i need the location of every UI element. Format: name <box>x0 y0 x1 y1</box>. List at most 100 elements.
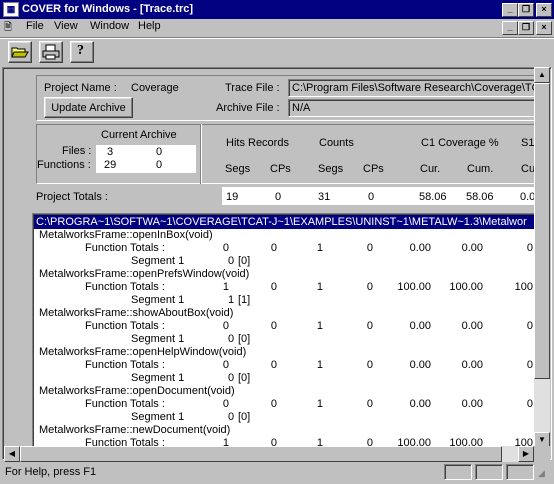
row-value: 0.00 <box>409 398 431 410</box>
row-value: 0 <box>222 242 229 254</box>
segment-row[interactable]: Segment 1 0 [0] <box>33 411 547 424</box>
update-archive-button[interactable]: Update Archive <box>44 97 133 118</box>
function-row[interactable]: MetalworksFrame::openPrefsWindow(void) <box>33 268 547 281</box>
menu-window[interactable]: Window <box>90 20 129 32</box>
scroll-up-button[interactable]: ▲ <box>534 67 550 83</box>
close-icon[interactable]: × <box>536 3 552 17</box>
row-value: 1 <box>316 320 323 332</box>
row-value: 0 <box>526 398 533 410</box>
status-text: For Help, press F1 <box>5 466 97 478</box>
menu-file[interactable]: File <box>26 20 44 32</box>
row-value: 100.00 <box>449 281 483 293</box>
function-row[interactable]: MetalworksFrame::openHelpWindow(void) <box>33 346 547 359</box>
row-value: 0 <box>270 281 277 293</box>
totals-count-segs: 31 <box>318 191 331 203</box>
cu-header: Cu <box>521 163 536 175</box>
function-row[interactable]: MetalworksFrame::showAboutBox(void) <box>33 307 547 320</box>
row-value: 0 <box>222 359 229 371</box>
archive-file-label: Archive File : <box>216 102 280 114</box>
segs2-header: Segs <box>318 163 344 175</box>
row-value: 0 <box>228 411 235 423</box>
row-value: 1 <box>222 281 229 293</box>
row-value: [0] <box>238 411 251 423</box>
row-label: MetalworksFrame::openDocument(void) <box>39 385 235 397</box>
hits-records-header: Hits Records <box>226 137 289 149</box>
row-value: 0 <box>270 359 277 371</box>
cum-header: Cum. <box>467 163 494 175</box>
row-value: [0] <box>238 333 251 345</box>
row-value: 0 <box>366 320 373 332</box>
totals-hits-cps: 0 <box>275 191 282 203</box>
totals-c1-cur: 58.06 <box>419 191 447 203</box>
function-totals-row[interactable]: Function Totals : 0 0 1 0 0.00 0.00 0 <box>33 359 547 372</box>
row-value: 0 <box>228 333 235 345</box>
segment-row[interactable]: Segment 1 0 [0] <box>33 255 547 268</box>
row-value: 0 <box>526 242 533 254</box>
mdi-restore-icon[interactable]: ❐ <box>518 21 534 35</box>
scroll-thumb[interactable] <box>534 83 550 379</box>
open-button[interactable] <box>8 41 32 63</box>
scroll-corner <box>534 446 550 462</box>
menu-view[interactable]: View <box>54 20 78 32</box>
row-value: [0] <box>238 372 251 384</box>
segs-header: Segs <box>225 163 251 175</box>
function-totals-row[interactable]: Function Totals : 0 0 1 0 0.00 0.00 0 <box>33 320 547 333</box>
row-label: Segment 1 <box>131 411 185 423</box>
row-value: 0 <box>270 320 277 332</box>
row-label: Segment 1 <box>131 255 185 267</box>
mdi-close-icon[interactable]: × <box>536 21 552 35</box>
document-icon[interactable]: 🗎 <box>4 22 18 34</box>
segment-row[interactable]: Segment 1 0 [0] <box>33 372 547 385</box>
function-row[interactable]: MetalworksFrame::openInBox(void) <box>33 229 547 242</box>
row-value: 0 <box>228 372 235 384</box>
functions-label: Functions : <box>37 159 91 171</box>
trace-file-label: Trace File : <box>225 82 280 94</box>
c1-coverage-header: C1 Coverage % <box>421 137 499 149</box>
row-value: 1 <box>228 294 235 306</box>
help-button[interactable]: ? <box>70 41 94 63</box>
row-value: 0 <box>270 242 277 254</box>
row-value: 100.00 <box>397 281 431 293</box>
function-row[interactable]: MetalworksFrame::openDocument(void) <box>33 385 547 398</box>
function-totals-row[interactable]: Function Totals : 1 0 1 0 100.00 100.00 100 <box>33 281 547 294</box>
scroll-left-button[interactable]: ◀ <box>4 446 20 462</box>
trace-file-field: C:\Program Files\Software Research\Cover… <box>288 79 546 97</box>
function-totals-row[interactable]: Function Totals : 0 0 1 0 0.00 0.00 0 <box>33 398 547 411</box>
stats-divider <box>200 124 202 184</box>
scroll-right-button[interactable]: ▶ <box>518 446 534 462</box>
resize-grip-icon[interactable]: ◢ <box>538 468 545 479</box>
cur-header: Cur. <box>420 163 441 175</box>
menu-help[interactable]: Help <box>138 20 161 32</box>
row-label: Function Totals : <box>85 242 165 254</box>
trace-file-value: C:\Program Files\Software Research\Cover… <box>292 82 540 94</box>
restore-icon[interactable]: ❐ <box>518 3 534 17</box>
segment-row[interactable]: Segment 1 1 [1] <box>33 294 547 307</box>
status-cell-3 <box>506 464 534 480</box>
window-title: COVER for Windows - [Trace.trc] <box>22 3 194 15</box>
segment-row[interactable]: Segment 1 0 [0] <box>33 333 547 346</box>
row-label: MetalworksFrame::showAboutBox(void) <box>39 307 234 319</box>
mdi-minimize-icon[interactable]: _ <box>502 21 518 35</box>
detail-list[interactable]: C:\PROGRA~1\SOFTWA~1\COVERAGE\TCAT-J~1\E… <box>32 213 550 448</box>
s1-header: S1 <box>521 137 535 149</box>
file-path-row[interactable]: C:\PROGRA~1\SOFTWA~1\COVERAGE\TCAT-J~1\E… <box>34 215 548 229</box>
row-value: 1 <box>316 242 323 254</box>
cps2-header: CPs <box>363 163 384 175</box>
row-value: 1 <box>316 359 323 371</box>
print-button[interactable] <box>39 41 63 63</box>
project-totals-bar <box>222 187 546 205</box>
row-value: 0.00 <box>409 320 431 332</box>
open-folder-icon <box>11 47 29 58</box>
function-row[interactable]: MetalworksFrame::newDocument(void) <box>33 424 547 437</box>
title-bar[interactable]: ▦ COVER for Windows - [Trace.trc] _ ❐ × <box>0 0 554 19</box>
function-totals-row[interactable]: Function Totals : 0 0 1 0 0.00 0.00 0 <box>33 242 547 255</box>
totals-count-cps: 0 <box>368 191 375 203</box>
counts-header: Counts <box>319 137 354 149</box>
horizontal-scrollbar[interactable]: ◀ ▶ <box>4 446 534 462</box>
vertical-scrollbar[interactable]: ▲ ▼ <box>534 67 550 448</box>
row-value: 0 <box>270 398 277 410</box>
row-value: 0 <box>526 320 533 332</box>
minimize-icon[interactable]: _ <box>502 3 518 17</box>
h-scroll-thumb[interactable] <box>20 446 502 462</box>
files-label: Files : <box>62 145 92 157</box>
